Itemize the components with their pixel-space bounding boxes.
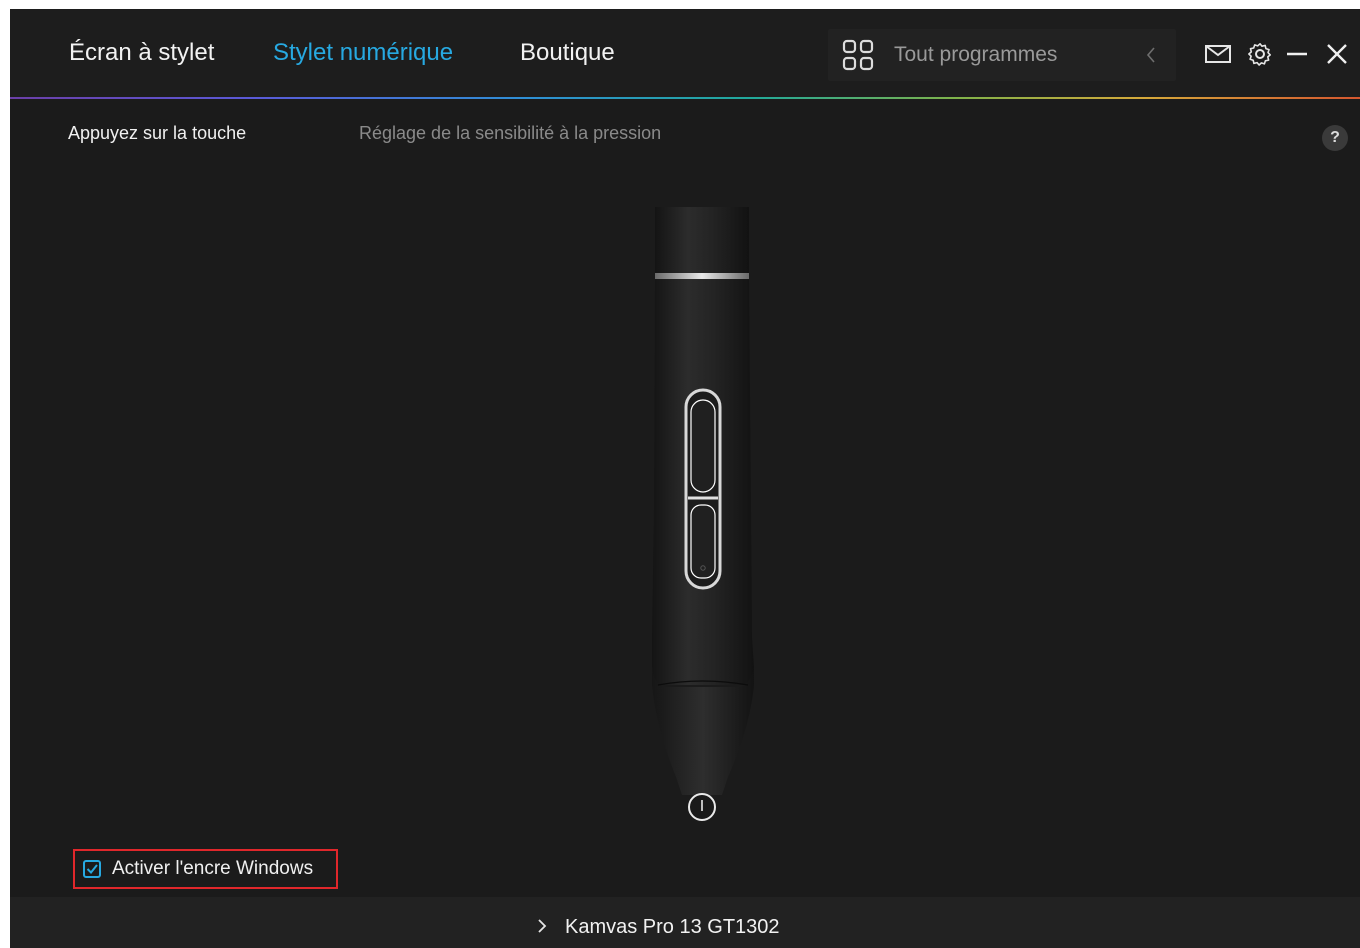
pen-side-button[interactable] bbox=[684, 388, 722, 590]
device-name[interactable]: Kamvas Pro 13 GT1302 bbox=[565, 916, 780, 939]
stylus-illustration bbox=[652, 207, 754, 821]
subtab-press-key[interactable]: Appuyez sur la touche bbox=[68, 123, 246, 144]
chevron-right-icon[interactable] bbox=[537, 918, 547, 934]
device-bar: Kamvas Pro 13 GT1302 bbox=[10, 897, 1360, 948]
help-button[interactable]: ? bbox=[1322, 125, 1348, 151]
app-window: Écran à stylet Stylet numérique Boutique… bbox=[10, 9, 1360, 948]
close-icon[interactable] bbox=[1326, 43, 1348, 65]
minimize-icon[interactable] bbox=[1286, 43, 1308, 65]
program-selector[interactable]: Tout programmes bbox=[828, 29, 1176, 81]
mail-icon[interactable] bbox=[1204, 43, 1232, 65]
tab-shop[interactable]: Boutique bbox=[520, 39, 615, 67]
subtab-pressure-sensitivity[interactable]: Réglage de la sensibilité à la pression bbox=[359, 123, 661, 144]
top-bar: Écran à stylet Stylet numérique Boutique… bbox=[10, 9, 1360, 98]
chevron-left-icon[interactable] bbox=[1144, 43, 1158, 67]
program-selector-label: Tout programmes bbox=[894, 43, 1058, 66]
gear-icon[interactable] bbox=[1248, 42, 1272, 66]
pen-tip[interactable] bbox=[688, 793, 716, 821]
windows-ink-checkbox[interactable] bbox=[83, 860, 101, 878]
tab-digital-pen[interactable]: Stylet numérique bbox=[273, 39, 453, 67]
grid-icon bbox=[842, 39, 874, 71]
windows-ink-label[interactable]: Activer l'encre Windows bbox=[112, 858, 313, 880]
tab-divider bbox=[10, 97, 1360, 99]
tab-pen-display[interactable]: Écran à stylet bbox=[69, 39, 214, 67]
